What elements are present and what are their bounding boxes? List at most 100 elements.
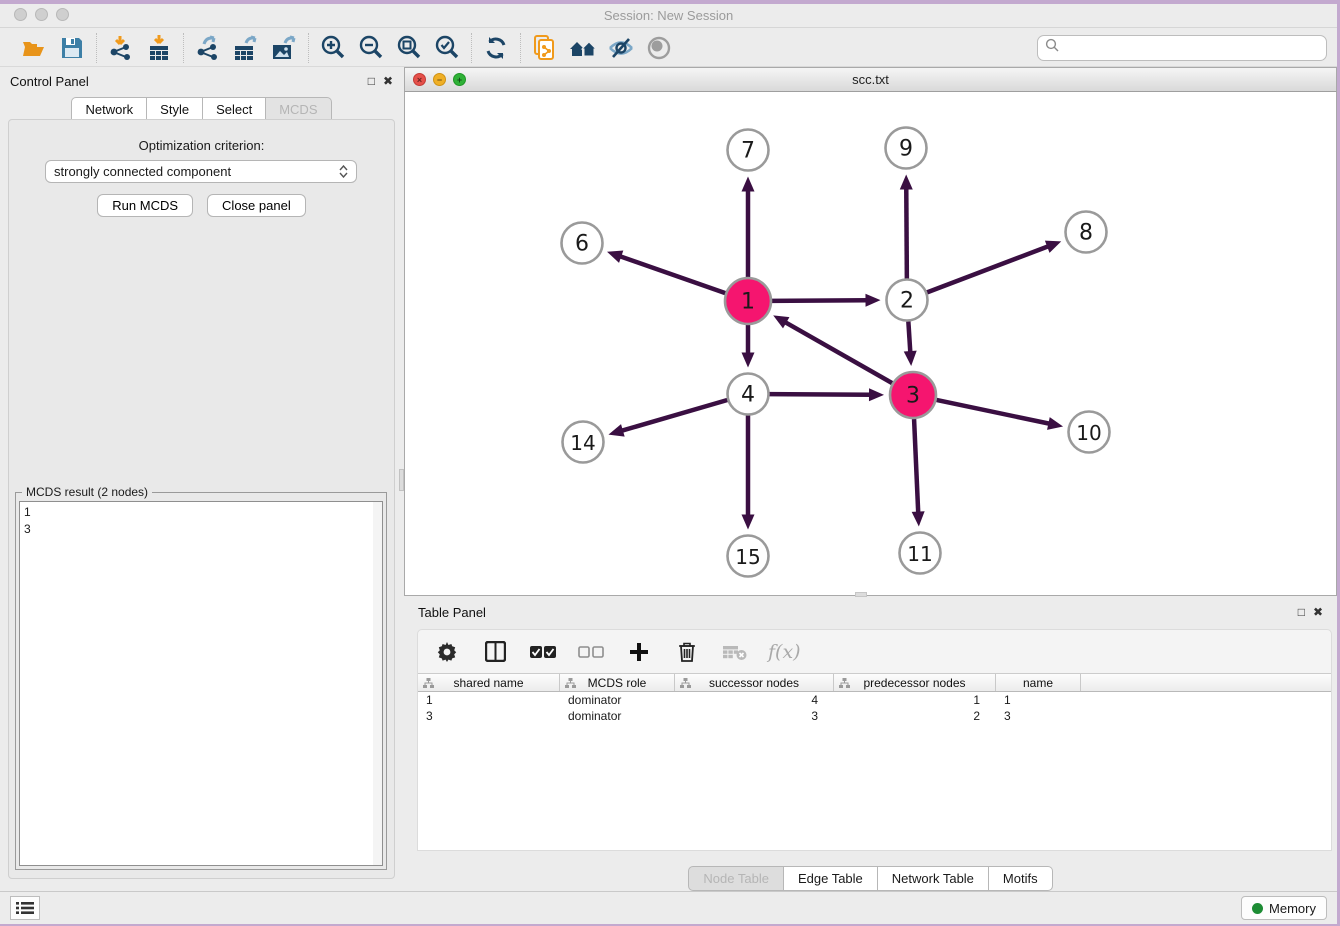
cell-predecessor-nodes: 1 <box>834 693 996 707</box>
app-window: { "window": { "title": "Session: New Ses… <box>0 0 1340 926</box>
first-neighbors-icon[interactable] <box>568 33 598 63</box>
task-history-button[interactable] <box>10 896 40 920</box>
graph-node-9[interactable]: 9 <box>886 128 927 169</box>
close-panel-icon[interactable]: ✖ <box>383 75 393 87</box>
table-row[interactable]: 1dominator411 <box>418 692 1331 708</box>
mcds-result-text[interactable]: 1 3 <box>19 501 383 866</box>
edge-4-3[interactable] <box>769 394 871 395</box>
graph-node-15[interactable]: 15 <box>728 536 769 577</box>
search-input[interactable] <box>1065 40 1319 55</box>
float-table-panel-icon[interactable]: □ <box>1298 606 1305 618</box>
save-session-icon[interactable] <box>57 33 87 63</box>
graph-node-7[interactable]: 7 <box>728 130 769 171</box>
add-column-icon[interactable] <box>624 637 654 667</box>
delete-icon[interactable] <box>672 637 702 667</box>
table-panel: Table Panel □ ✖ <box>404 598 1337 894</box>
main-toolbar <box>0 29 1337 67</box>
status-bar: Memory <box>0 891 1337 924</box>
graph-node-10[interactable]: 10 <box>1069 412 1110 453</box>
graph-node-3[interactable]: 3 <box>890 372 936 418</box>
node-label: 10 <box>1076 421 1101 445</box>
edge-2-3[interactable] <box>908 321 910 353</box>
column-header-MCDS-role[interactable]: MCDS role <box>560 674 675 691</box>
window-controls[interactable] <box>14 8 69 21</box>
graph-node-2[interactable]: 2 <box>887 280 928 321</box>
arrowhead-icon <box>900 174 913 189</box>
network-close-button[interactable]: × <box>413 73 426 86</box>
edge-2-9[interactable] <box>906 187 907 278</box>
edge-3-10[interactable] <box>936 400 1050 424</box>
criterion-select[interactable]: strongly connected component <box>45 160 357 183</box>
export-network-icon[interactable] <box>193 33 223 63</box>
maximize-window-button[interactable] <box>56 8 69 21</box>
result-scrollbar[interactable] <box>373 502 382 865</box>
network-maximize-button[interactable]: + <box>453 73 466 86</box>
node-label: 7 <box>741 139 755 164</box>
float-panel-icon[interactable]: □ <box>368 75 375 87</box>
edge-1-2[interactable] <box>772 300 868 301</box>
network-titlebar[interactable]: × − + scc.txt <box>404 67 1337 92</box>
node-label: 1 <box>741 290 755 315</box>
column-header-name[interactable]: name <box>996 674 1081 691</box>
edge-1-6[interactable] <box>619 256 725 293</box>
cell-MCDS-role: dominator <box>560 693 675 707</box>
graph-node-8[interactable]: 8 <box>1066 212 1107 253</box>
cell-MCDS-role: dominator <box>560 709 675 723</box>
close-panel-button[interactable]: Close panel <box>207 194 306 217</box>
cell-successor-nodes: 3 <box>675 709 834 723</box>
graph-node-14[interactable]: 14 <box>563 422 604 463</box>
graph-node-6[interactable]: 6 <box>562 223 603 264</box>
hide-details-icon[interactable] <box>606 33 636 63</box>
run-mcds-button[interactable]: Run MCDS <box>97 194 193 217</box>
select-all-icon[interactable] <box>528 637 558 667</box>
export-table-icon[interactable] <box>231 33 261 63</box>
zoom-fit-icon[interactable] <box>394 33 424 63</box>
tab-edge-table[interactable]: Edge Table <box>784 866 878 891</box>
close-table-panel-icon[interactable]: ✖ <box>1313 606 1323 618</box>
control-panel: Control Panel □ ✖ NetworkStyleSelectMCDS… <box>0 67 403 894</box>
tab-motifs[interactable]: Motifs <box>989 866 1053 891</box>
import-network-icon[interactable] <box>106 33 136 63</box>
unselect-all-icon[interactable] <box>576 637 606 667</box>
minimize-window-button[interactable] <box>35 8 48 21</box>
column-header-successor-nodes[interactable]: successor nodes <box>675 674 834 691</box>
edge-3-11[interactable] <box>914 419 918 514</box>
tab-network-table[interactable]: Network Table <box>878 866 989 891</box>
node-label: 11 <box>907 542 932 566</box>
network-window: × − + scc.txt 7 9 6 8 1 2 4 3 14 10 15 11 <box>404 67 1337 596</box>
export-image-icon[interactable] <box>269 33 299 63</box>
arrowhead-icon <box>1047 417 1063 430</box>
show-details-icon[interactable] <box>644 33 674 63</box>
horizontal-splitter[interactable] <box>855 592 867 597</box>
memory-button[interactable]: Memory <box>1241 896 1327 920</box>
zoom-out-icon[interactable] <box>356 33 386 63</box>
clone-network-icon[interactable] <box>530 33 560 63</box>
network-minimize-button[interactable]: − <box>433 73 446 86</box>
graph-node-1[interactable]: 1 <box>725 278 771 324</box>
edge-3-1[interactable] <box>784 322 892 383</box>
tab-node-table[interactable]: Node Table <box>688 866 784 891</box>
cell-shared-name: 3 <box>418 709 560 723</box>
table-body: 1dominator4113dominator323 <box>418 692 1331 724</box>
node-label: 4 <box>741 383 755 408</box>
app-titlebar: Session: New Session <box>0 4 1337 28</box>
gear-icon[interactable] <box>432 637 462 667</box>
close-window-button[interactable] <box>14 8 27 21</box>
table-row[interactable]: 3dominator323 <box>418 708 1331 724</box>
column-header-predecessor-nodes[interactable]: predecessor nodes <box>834 674 996 691</box>
column-layout-icon[interactable] <box>480 637 510 667</box>
network-graph[interactable]: 7 9 6 8 1 2 4 3 14 10 15 11 <box>405 92 1336 594</box>
edge-4-14[interactable] <box>621 400 727 431</box>
mcds-result-title: MCDS result (2 nodes) <box>22 485 152 499</box>
column-header-shared-name[interactable]: shared name <box>418 674 560 691</box>
refresh-icon[interactable] <box>481 33 511 63</box>
graph-node-11[interactable]: 11 <box>900 533 941 574</box>
open-session-icon[interactable] <box>19 33 49 63</box>
zoom-in-icon[interactable] <box>318 33 348 63</box>
network-canvas[interactable]: 7 9 6 8 1 2 4 3 14 10 15 11 <box>404 92 1337 596</box>
import-table-icon[interactable] <box>144 33 174 63</box>
edge-2-8[interactable] <box>927 246 1049 292</box>
zoom-selected-icon[interactable] <box>432 33 462 63</box>
graph-node-4[interactable]: 4 <box>728 374 769 415</box>
search-field[interactable] <box>1037 35 1327 61</box>
